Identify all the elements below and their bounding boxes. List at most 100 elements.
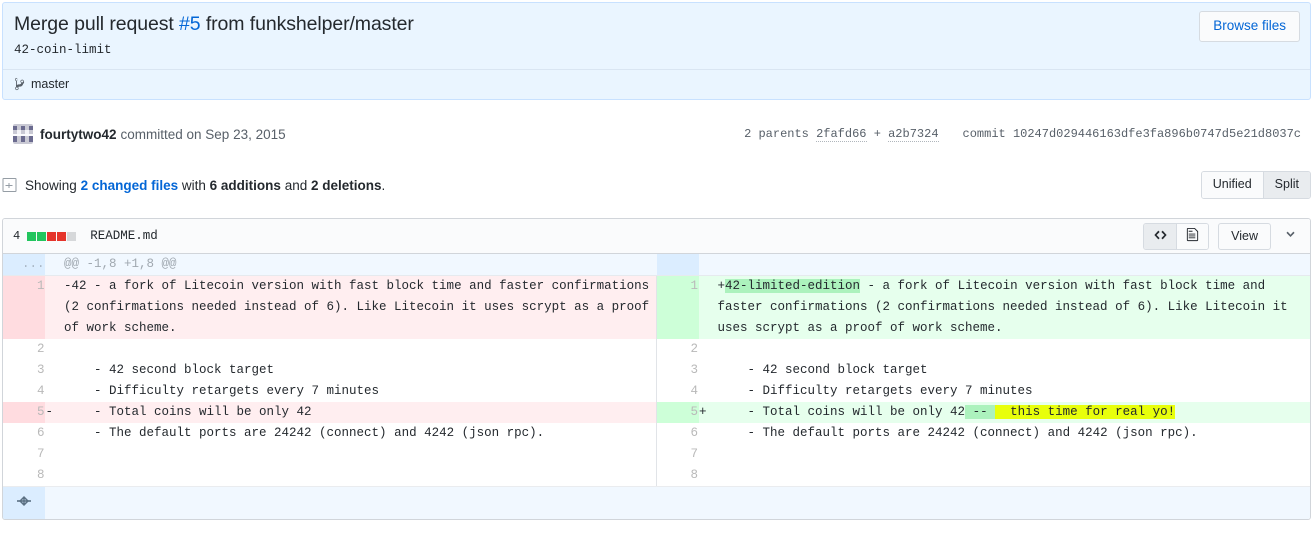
parent-sha-1-link[interactable]: 2fafd66	[816, 127, 867, 142]
line-number-right: 4	[690, 384, 698, 398]
line-marker-left	[45, 423, 64, 444]
hunk-header-left: @@ -1,8 +1,8 @@	[64, 254, 657, 276]
file-header: 4 README.md View	[3, 219, 1310, 254]
line-number-left: 1	[3, 275, 45, 339]
commit-label: commit	[962, 127, 1006, 141]
line-number-right: 6	[690, 426, 698, 440]
table-row: 5 - - Total coins will be only 42 5 + - …	[3, 402, 1310, 423]
line-marker-left	[45, 275, 64, 339]
diff-table: ... @@ -1,8 +1,8 @@ 1 -42 - a fork of Li…	[3, 254, 1310, 486]
diffstat-block-del	[57, 231, 67, 241]
added-line-prefix: - Total coins will be only 42	[717, 405, 966, 419]
line-number-right: 7	[690, 447, 698, 461]
diffstat-blocks	[27, 231, 77, 241]
line-number-left: 7	[36, 447, 45, 461]
unfold-icon	[17, 493, 31, 514]
line-content-right: - Total coins will be only 42 -- this ti…	[717, 402, 1310, 423]
diffstat: 4	[13, 229, 77, 243]
chevron-down-icon	[1284, 228, 1297, 244]
file-name[interactable]: README.md	[90, 229, 158, 243]
diff-summary-bar: Showing 2 changed files with 6 additions…	[2, 166, 1311, 204]
diff-footer	[3, 486, 1310, 519]
line-content-left	[64, 339, 657, 360]
and-label: and	[284, 177, 308, 193]
added-line-prefix: +	[717, 279, 726, 293]
line-marker-left	[45, 360, 64, 381]
split-view-button[interactable]: Split	[1262, 172, 1310, 198]
parent-sha-2-link[interactable]: a2b7324	[888, 127, 939, 142]
line-marker-right	[698, 275, 718, 339]
word-highlight-added: 42-limited-edition	[725, 279, 861, 293]
expand-diff-button[interactable]	[3, 487, 45, 519]
line-number-right: 3	[690, 363, 698, 377]
line-content-right: +42-limited-edition - a fork of Litecoin…	[717, 275, 1310, 339]
line-number-left: 3	[36, 363, 45, 377]
additions-count: 6 additions	[209, 177, 281, 193]
word-highlight-added: --	[965, 405, 996, 419]
commit-description: 42-coin-limit	[14, 43, 112, 57]
commit-title-row: Merge pull request #5 from funkshelper/m…	[3, 3, 1310, 69]
branch-name[interactable]: master	[31, 77, 69, 91]
file-icon	[1186, 227, 1199, 245]
hunk-marker-left	[45, 254, 64, 276]
commit-header-panel: Merge pull request #5 from funkshelper/m…	[2, 2, 1311, 100]
line-number-right: 5	[656, 402, 699, 423]
hunk-marker-right	[698, 254, 718, 276]
view-rendered-button[interactable]	[1176, 223, 1209, 249]
line-marker-right	[699, 423, 718, 444]
changed-files-link[interactable]: 2 changed files	[81, 178, 179, 193]
line-content-left: - Total coins will be only 42	[64, 402, 657, 423]
browse-files-button[interactable]: Browse files	[1199, 11, 1300, 42]
commit-sha-value[interactable]: 10247d029446163dfe3fa896b0747d5e21d8037c	[1013, 127, 1301, 141]
commit-diff-page: Merge pull request #5 from funkshelper/m…	[0, 0, 1315, 534]
diff-hunk-row: ... @@ -1,8 +1,8 @@	[3, 254, 1310, 276]
line-number-left: 2	[36, 342, 45, 356]
summary-period: .	[381, 177, 386, 193]
table-row: 4 - Difficulty retargets every 7 minutes…	[3, 381, 1310, 402]
showing-label: Showing	[25, 177, 77, 193]
unified-view-button[interactable]: Unified	[1201, 172, 1263, 198]
diffstat-count: 4	[13, 229, 21, 243]
line-marker-left	[45, 339, 64, 360]
file-diff-icon	[2, 177, 17, 193]
page-title: Merge pull request #5 from funkshelper/m…	[14, 11, 1300, 37]
line-content-right	[718, 465, 1311, 486]
line-marker-right	[699, 360, 718, 381]
line-number-left: 8	[36, 468, 45, 482]
table-row: 1 -42 - a fork of Litecoin version with …	[3, 275, 1310, 339]
hunk-gutter-left[interactable]: ...	[3, 254, 45, 276]
table-row: 8 8	[3, 465, 1310, 486]
hunk-gutter-right	[656, 254, 699, 276]
parents-info: 2 parents 2fafd66 + a2b7324	[744, 127, 939, 142]
parents-plus: +	[873, 127, 881, 141]
line-marker-left	[45, 381, 64, 402]
line-marker-right: +	[698, 402, 718, 423]
table-row: 7 7	[3, 444, 1310, 465]
line-content-right: - The default ports are 24242 (connect) …	[717, 426, 1198, 440]
line-content-left	[64, 465, 657, 486]
diffstat-block-add	[37, 231, 47, 241]
line-content-right	[718, 339, 1311, 360]
avatar[interactable]	[13, 124, 33, 144]
line-content-right	[718, 444, 1311, 465]
pull-request-number-link[interactable]: #5	[179, 13, 201, 35]
file-options-button[interactable]	[1280, 226, 1301, 246]
line-marker-right	[699, 444, 718, 465]
file-view-mode-group	[1143, 222, 1210, 250]
view-file-button[interactable]: View	[1218, 222, 1271, 250]
view-code-button[interactable]	[1144, 223, 1177, 249]
hunk-header-right	[717, 254, 1310, 276]
author-name[interactable]: fourtytwo42	[40, 127, 117, 142]
commit-author-row: fourtytwo42 committed on Sep 23, 2015 2 …	[2, 117, 1311, 151]
commit-title-suffix: from funkshelper/master	[200, 13, 414, 35]
word-highlight-yellow: this time for real yo!	[995, 405, 1176, 419]
sha-block: 2 parents 2fafd66 + a2b7324 commit 10247…	[744, 127, 1301, 142]
commit-title-prefix: Merge pull request	[14, 13, 180, 35]
diff-view-toggle: Unified Split	[1200, 171, 1311, 199]
line-number-left: 6	[36, 426, 45, 440]
commit-date: committed on Sep 23, 2015	[120, 126, 286, 142]
line-number-right: 1	[656, 275, 699, 339]
line-marker-right	[699, 339, 718, 360]
file-actions: View	[1143, 222, 1301, 250]
line-marker-right	[699, 381, 718, 402]
